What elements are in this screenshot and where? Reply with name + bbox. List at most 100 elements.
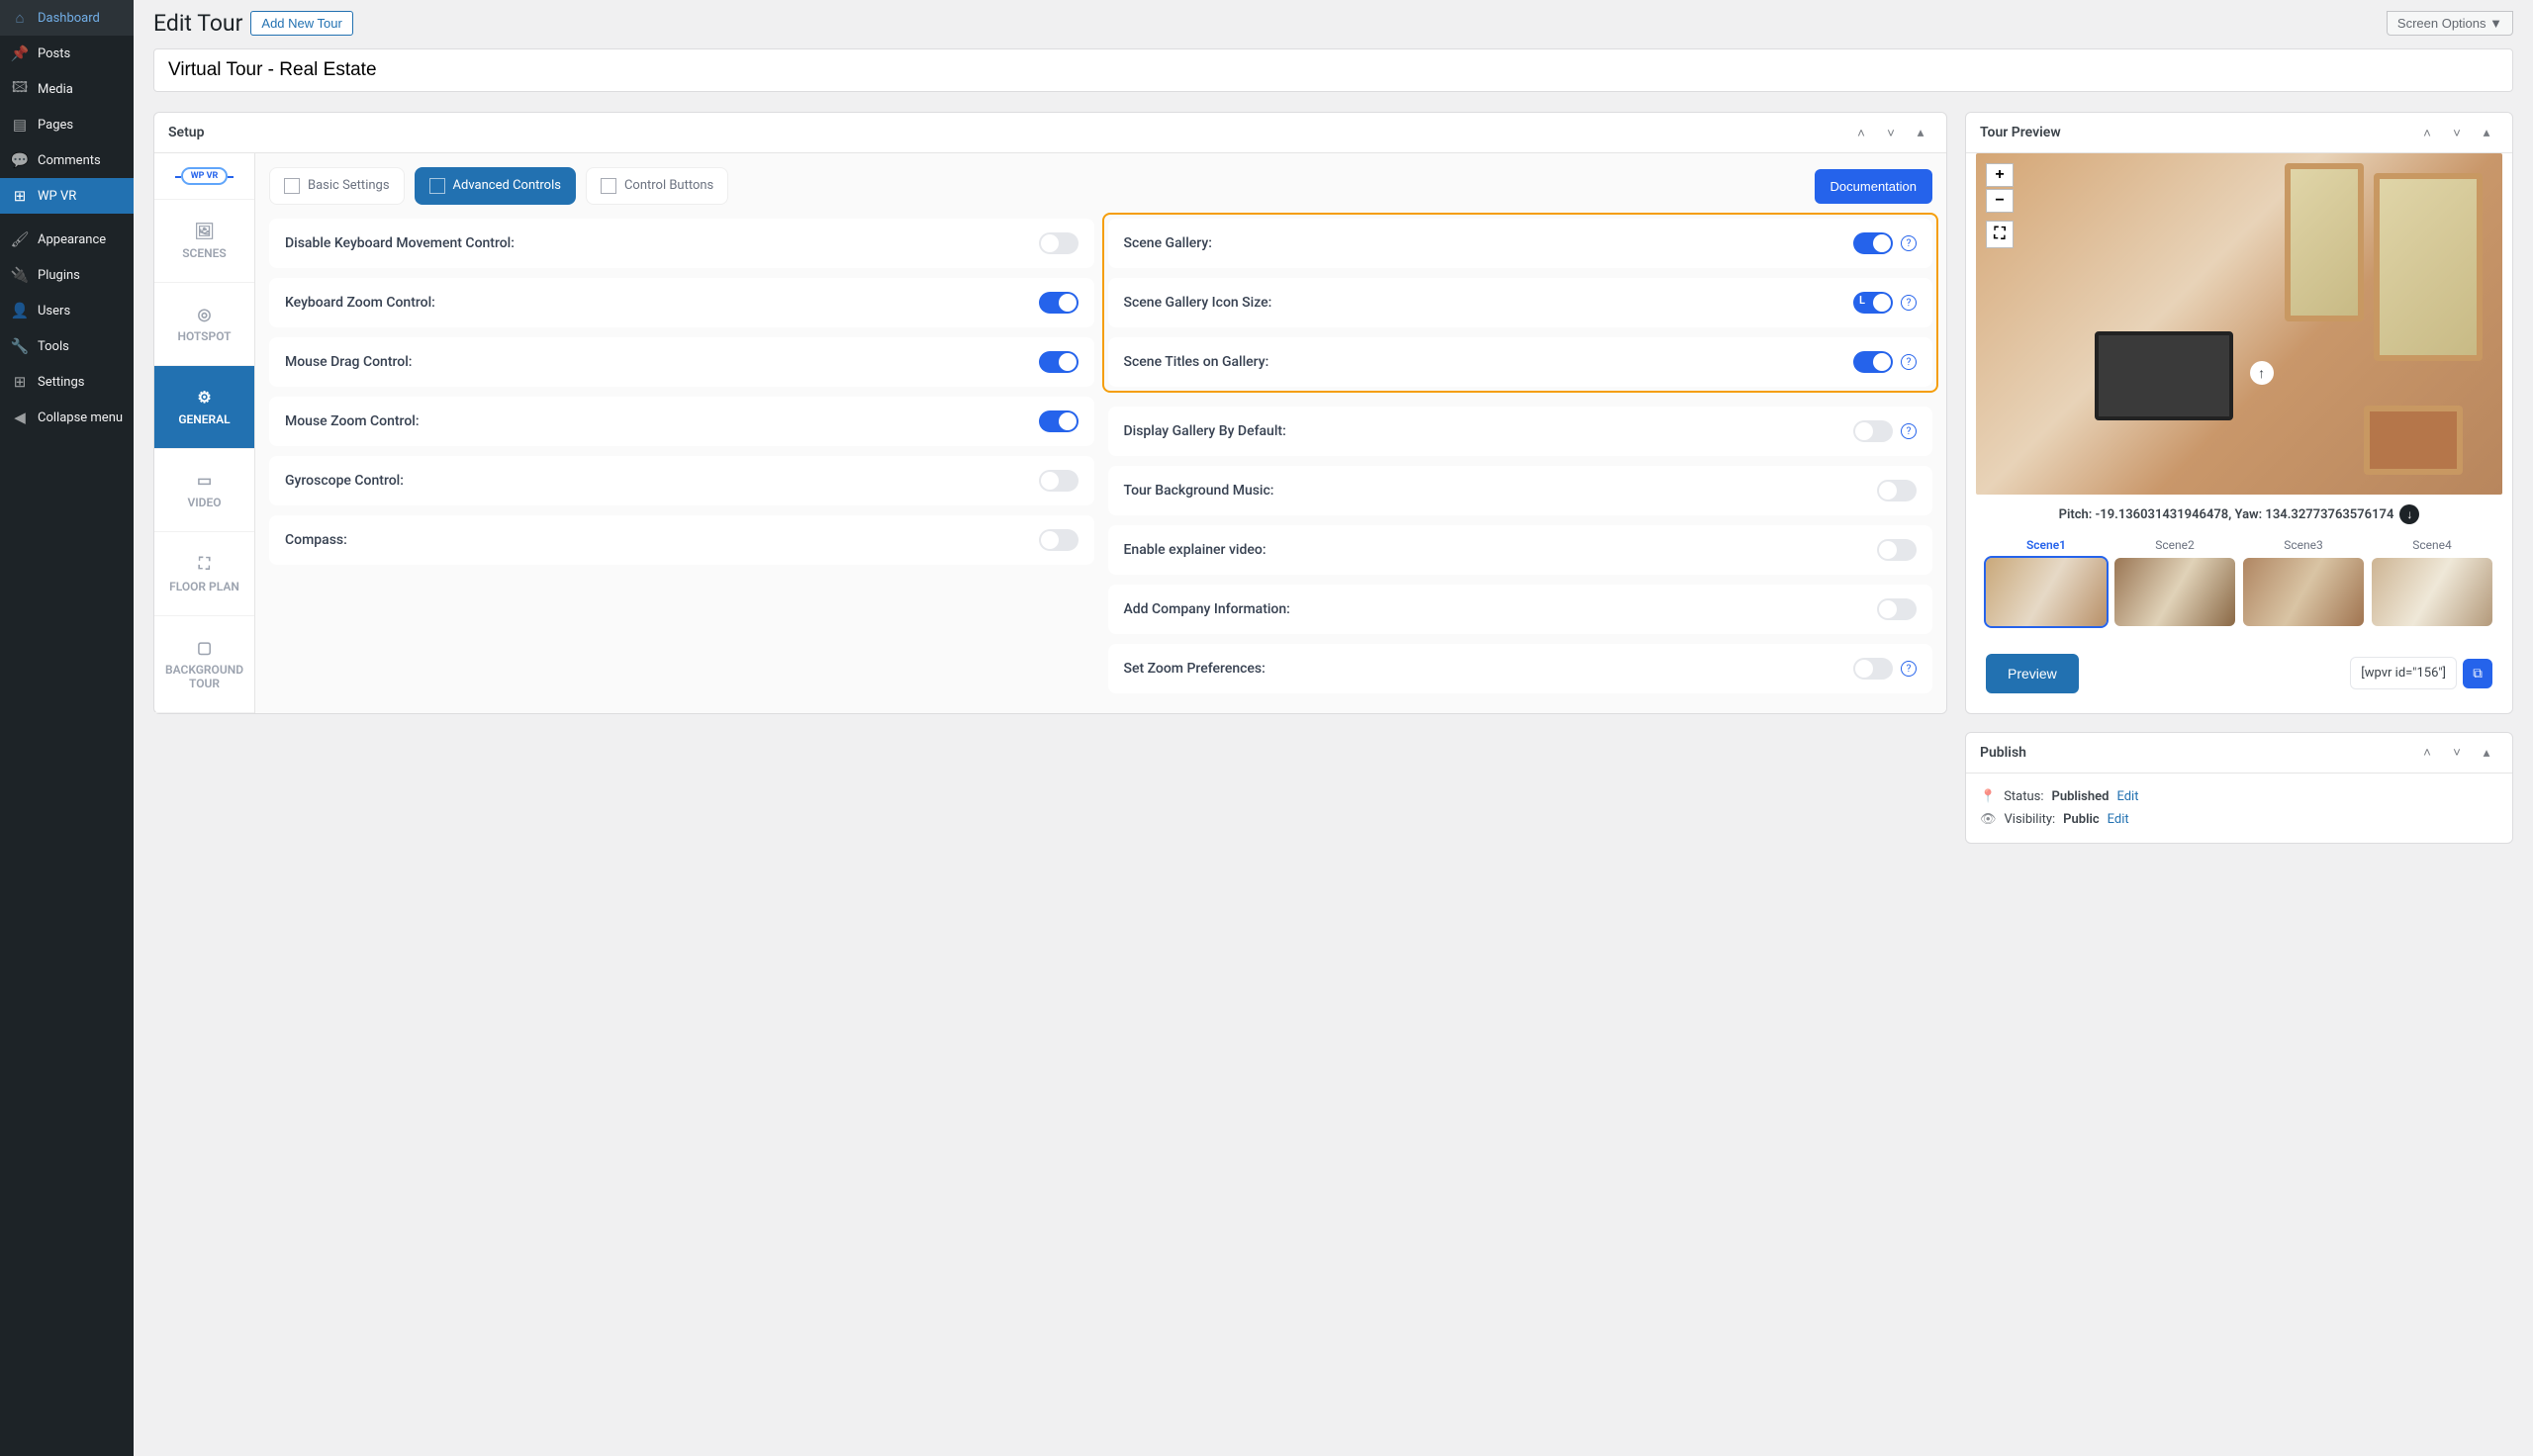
setting-mouse-drag: Mouse Drag Control: bbox=[269, 337, 1094, 387]
setting-compass: Compass: bbox=[269, 515, 1094, 565]
tab-general[interactable]: ⚙GENERAL bbox=[154, 366, 254, 449]
screen-options-button[interactable]: Screen Options ▼ bbox=[2387, 11, 2513, 36]
sliders-icon: ⊞ bbox=[10, 372, 30, 392]
scene-thumb-4[interactable]: Scene4 bbox=[2372, 538, 2492, 626]
zoom-in-button[interactable]: + bbox=[1986, 163, 2014, 187]
collapse-icon: ◀ bbox=[10, 408, 30, 427]
toggle-bg-music[interactable] bbox=[1877, 480, 1917, 501]
toggle-panel-button[interactable]: ▴ bbox=[2475, 741, 2498, 765]
shortcode-text: [wpvr id="156"] bbox=[2350, 657, 2457, 689]
hotspot-icon: ◎ bbox=[198, 305, 212, 323]
pitch-yaw-text: Pitch: -19.136031431946478, Yaw: 134.327… bbox=[2059, 507, 2394, 522]
copy-shortcode-button[interactable]: ⧉ bbox=[2463, 659, 2492, 688]
menu-settings[interactable]: ⊞Settings bbox=[0, 364, 134, 400]
menu-wpvr[interactable]: ⊞WP VR bbox=[0, 178, 134, 214]
fullscreen-button[interactable]: ⛶ bbox=[1986, 221, 2014, 248]
toggle-display-default[interactable] bbox=[1853, 420, 1893, 442]
toggle-compass[interactable] bbox=[1039, 529, 1079, 551]
setup-metabox: Setup ˄ ˅ ▴ WP VR 🖼SCENES ◎HOTSPOT bbox=[153, 112, 1947, 714]
toggle-scene-gallery[interactable] bbox=[1853, 232, 1893, 254]
preview-button[interactable]: Preview bbox=[1986, 654, 2079, 693]
control-icon bbox=[601, 178, 616, 194]
help-icon[interactable]: ? bbox=[1901, 354, 1917, 370]
subtab-control[interactable]: Control Buttons bbox=[586, 167, 728, 205]
scene-thumb-3[interactable]: Scene3 bbox=[2243, 538, 2364, 626]
toggle-kb-zoom[interactable] bbox=[1039, 292, 1079, 314]
zoom-out-button[interactable]: − bbox=[1986, 189, 2014, 213]
publish-title: Publish bbox=[1980, 745, 2026, 761]
menu-appearance[interactable]: 🖌Appearance bbox=[0, 222, 134, 257]
scene-image-icon bbox=[1986, 558, 2107, 626]
brand-tab: WP VR bbox=[154, 153, 254, 200]
video-icon: ▭ bbox=[197, 471, 212, 490]
tv-decor-icon bbox=[2095, 331, 2233, 420]
menu-collapse[interactable]: ◀Collapse menu bbox=[0, 400, 134, 435]
plug-icon: 🔌 bbox=[10, 265, 30, 285]
toggle-gyro[interactable] bbox=[1039, 470, 1079, 492]
documentation-button[interactable]: Documentation bbox=[1815, 169, 1932, 204]
dashboard-icon: ⌂ bbox=[10, 8, 30, 28]
layers-icon: ▢ bbox=[197, 638, 212, 657]
setting-disable-kb: Disable Keyboard Movement Control: bbox=[269, 219, 1094, 268]
toggle-titles-gallery[interactable] bbox=[1853, 351, 1893, 373]
key-icon: 📍 bbox=[1980, 789, 1996, 804]
toggle-icon-size[interactable]: L bbox=[1853, 292, 1893, 314]
toggle-disable-kb[interactable] bbox=[1039, 232, 1079, 254]
publish-visibility-row: 👁 Visibility: Public Edit bbox=[1980, 808, 2498, 831]
move-down-button[interactable]: ˅ bbox=[2445, 121, 2469, 144]
setting-explainer: Enable explainer video: bbox=[1108, 525, 1933, 575]
menu-plugins[interactable]: 🔌Plugins bbox=[0, 257, 134, 293]
tour-title-input[interactable] bbox=[153, 48, 2513, 92]
menu-tools[interactable]: 🔧Tools bbox=[0, 328, 134, 364]
menu-users[interactable]: 👤Users bbox=[0, 293, 134, 328]
setup-title: Setup bbox=[168, 125, 204, 140]
nav-arrow-icon[interactable]: ↑ bbox=[2250, 361, 2274, 385]
wpvr-logo-icon: WP VR bbox=[181, 167, 229, 185]
tab-floorplan[interactable]: ⛶FLOOR PLAN bbox=[154, 532, 254, 616]
tour-preview-metabox: Tour Preview ˄ ˅ ▴ + bbox=[1965, 112, 2513, 714]
scene-thumb-2[interactable]: Scene2 bbox=[2114, 538, 2235, 626]
download-icon[interactable]: ↓ bbox=[2399, 504, 2419, 524]
setting-gyro: Gyroscope Control: bbox=[269, 456, 1094, 505]
edit-visibility-link[interactable]: Edit bbox=[2108, 812, 2129, 827]
menu-posts[interactable]: 📌Posts bbox=[0, 36, 134, 71]
tab-scenes[interactable]: 🖼SCENES bbox=[154, 200, 254, 283]
move-up-button[interactable]: ˄ bbox=[2415, 121, 2439, 144]
menu-media[interactable]: 🖾Media bbox=[0, 71, 134, 107]
eye-icon: 👁 bbox=[1980, 812, 1997, 827]
toggle-mouse-drag[interactable] bbox=[1039, 351, 1079, 373]
menu-pages[interactable]: ▤Pages bbox=[0, 107, 134, 142]
tab-background[interactable]: ▢BACKGROUND TOUR bbox=[154, 616, 254, 713]
help-icon[interactable]: ? bbox=[1901, 235, 1917, 251]
menu-comments[interactable]: 💬Comments bbox=[0, 142, 134, 178]
subtab-advanced[interactable]: Advanced Controls bbox=[415, 167, 576, 205]
menu-dashboard[interactable]: ⌂Dashboard bbox=[0, 0, 134, 36]
setting-display-default: Display Gallery By Default: ? bbox=[1108, 407, 1933, 456]
move-up-button[interactable]: ˄ bbox=[1849, 121, 1873, 144]
move-down-button[interactable]: ˅ bbox=[1879, 121, 1903, 144]
scene-gallery: Scene1 Scene2 Scene3 Scene4 bbox=[1976, 534, 2502, 638]
toggle-explainer[interactable] bbox=[1877, 539, 1917, 561]
move-down-button[interactable]: ˅ bbox=[2445, 741, 2469, 765]
help-icon[interactable]: ? bbox=[1901, 423, 1917, 439]
toggle-panel-button[interactable]: ▴ bbox=[1909, 121, 1932, 144]
panorama-preview[interactable]: + − ⛶ ↑ bbox=[1976, 153, 2502, 495]
tab-video[interactable]: ▭VIDEO bbox=[154, 449, 254, 532]
setting-kb-zoom: Keyboard Zoom Control: bbox=[269, 278, 1094, 327]
subtab-basic[interactable]: Basic Settings bbox=[269, 167, 405, 205]
tab-hotspot[interactable]: ◎HOTSPOT bbox=[154, 283, 254, 366]
help-icon[interactable]: ? bbox=[1901, 295, 1917, 311]
toggle-company-info[interactable] bbox=[1877, 598, 1917, 620]
move-up-button[interactable]: ˄ bbox=[2415, 741, 2439, 765]
page-title: Edit Tour bbox=[153, 10, 242, 37]
scene-thumb-1[interactable]: Scene1 bbox=[1986, 538, 2107, 626]
add-new-tour-button[interactable]: Add New Tour bbox=[250, 11, 352, 36]
toggle-mouse-zoom[interactable] bbox=[1039, 410, 1079, 432]
toggle-zoom-prefs[interactable] bbox=[1853, 658, 1893, 680]
toggle-panel-button[interactable]: ▴ bbox=[2475, 121, 2498, 144]
edit-status-link[interactable]: Edit bbox=[2116, 789, 2138, 804]
brush-icon: 🖌 bbox=[10, 229, 30, 249]
setting-mouse-zoom: Mouse Zoom Control: bbox=[269, 397, 1094, 446]
setting-scene-gallery: Scene Gallery: ? bbox=[1108, 219, 1933, 268]
help-icon[interactable]: ? bbox=[1901, 661, 1917, 677]
